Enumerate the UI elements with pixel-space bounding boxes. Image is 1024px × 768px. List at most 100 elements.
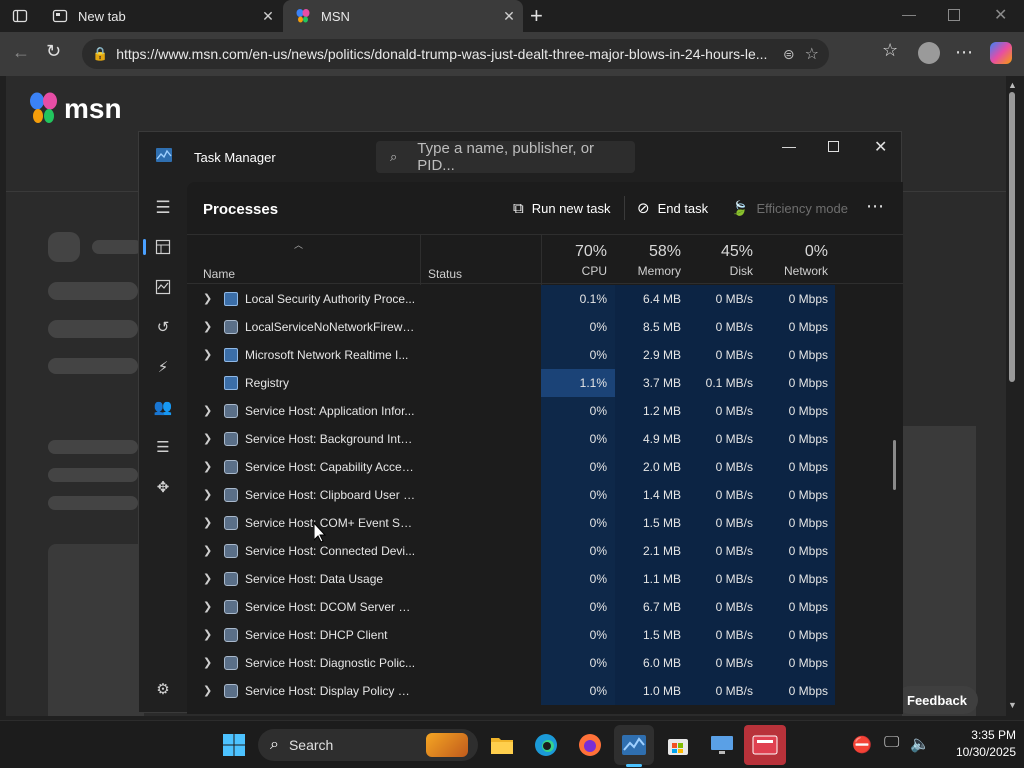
expand-chevron-icon[interactable]: ❯ <box>203 397 215 425</box>
expand-chevron-icon[interactable]: ❯ <box>203 621 215 649</box>
process-row[interactable]: Registry 1.1% 3.7 MB 0.1 MB/s 0 Mbps <box>187 369 873 397</box>
reader-icon[interactable]: ⊜ <box>783 46 795 63</box>
process-name: Service Host: COM+ Event Sys... <box>245 516 417 530</box>
efficiency-leaf-icon: 🍃 <box>731 199 749 216</box>
tab-msn[interactable]: MSN ✕ <box>283 0 523 32</box>
tab-actions-icon[interactable] <box>12 8 28 24</box>
nav-settings-icon[interactable]: ⚙ <box>153 679 173 699</box>
add-favorite-icon[interactable]: ☆ <box>805 44 819 64</box>
network-off-icon[interactable]: ⛔ <box>852 735 872 755</box>
expand-chevron-icon[interactable]: ❯ <box>203 285 215 313</box>
display-icon[interactable]: 🖵 <box>884 734 899 752</box>
column-status[interactable]: Status <box>428 267 462 281</box>
process-row[interactable]: ❯ Service Host: DCOM Server Pr... 0% 6.7 MB… <box>187 593 873 621</box>
column-disk[interactable]: 45% Disk <box>689 235 761 285</box>
copilot-icon[interactable] <box>990 42 1012 64</box>
expand-chevron-icon[interactable]: ❯ <box>203 313 215 341</box>
task-manager-taskbar-icon[interactable] <box>620 731 648 759</box>
search-icon: ⌕ <box>390 149 398 164</box>
process-network: 0 Mbps <box>761 621 835 649</box>
column-cpu[interactable]: 70% CPU <box>541 235 615 285</box>
file-explorer-icon[interactable] <box>488 731 516 759</box>
nav-app-history-icon[interactable]: ↺ <box>153 317 173 337</box>
list-scrollbar-thumb[interactable] <box>893 440 896 490</box>
end-task-button[interactable]: ⊘ End task <box>637 196 708 220</box>
nav-users-icon[interactable]: 👥 <box>153 397 173 417</box>
process-row[interactable]: ❯ Service Host: Application Infor... 0% 1.2… <box>187 397 873 425</box>
profile-avatar[interactable] <box>918 42 940 64</box>
volume-icon[interactable]: 🔈 <box>910 734 930 754</box>
search-input[interactable]: ⌕ Type a name, publisher, or PID... <box>376 140 635 174</box>
red-app-icon[interactable] <box>751 731 779 759</box>
expand-chevron-icon[interactable]: ❯ <box>203 509 215 537</box>
scrollbar-thumb[interactable] <box>1009 92 1015 382</box>
edge-browser-icon[interactable] <box>532 731 560 759</box>
column-name[interactable]: Name <box>203 267 235 281</box>
microsoft-store-icon[interactable] <box>664 731 692 759</box>
close-tab-icon[interactable]: ✕ <box>495 8 523 25</box>
msn-butterfly-icon <box>295 8 311 24</box>
msn-logo[interactable]: msn <box>28 92 122 126</box>
close-icon[interactable]: ✕ <box>874 137 887 157</box>
maximize-icon[interactable] <box>828 141 839 152</box>
hamburger-menu-icon[interactable]: ☰ <box>153 198 173 218</box>
address-field[interactable]: 🔒 https://www.msn.com/en-us/news/politic… <box>82 39 829 69</box>
scroll-down-icon[interactable]: ▼ <box>1008 700 1017 710</box>
expand-chevron-icon[interactable]: ❯ <box>203 677 215 705</box>
run-new-task-button[interactable]: ⧉ Run new task <box>513 196 610 220</box>
process-name: Service Host: Diagnostic Polic... <box>245 656 416 670</box>
close-window-icon[interactable]: ✕ <box>994 5 1007 25</box>
process-row[interactable]: ❯ Microsoft Network Realtime I... 0% 2.9 MB… <box>187 341 873 369</box>
expand-chevron-icon[interactable]: ❯ <box>203 565 215 593</box>
process-row[interactable]: ❯ Service Host: Capability Acces... 0% 2.0 … <box>187 453 873 481</box>
expand-chevron-icon[interactable]: ❯ <box>203 537 215 565</box>
new-tab-button[interactable]: + <box>530 3 543 29</box>
task-manager-titlebar[interactable]: Task Manager ⌕ Type a name, publisher, o… <box>139 132 903 182</box>
minimize-icon[interactable]: — <box>782 138 796 154</box>
restore-window-icon[interactable] <box>948 9 960 21</box>
more-options-icon[interactable]: ⋯ <box>866 196 884 217</box>
nav-services-icon[interactable]: ✥ <box>153 477 173 497</box>
process-row[interactable]: ❯ Service Host: COM+ Event Sys... 0% 1.5 MB… <box>187 509 873 537</box>
nav-details-icon[interactable]: ☰ <box>153 437 173 457</box>
process-row[interactable]: ❯ Service Host: Background Inte... 0% 4.9 M… <box>187 425 873 453</box>
efficiency-mode-button[interactable]: 🍃 Efficiency mode <box>731 196 848 220</box>
minimize-window-icon[interactable]: — <box>902 6 916 22</box>
refresh-icon[interactable]: ↻ <box>46 41 61 62</box>
taskbar-search-box[interactable]: ⌕ Search <box>258 729 478 761</box>
expand-chevron-icon[interactable]: ❯ <box>203 453 215 481</box>
process-row[interactable]: ❯ Local Security Authority Proce... 0.1% 6.… <box>187 285 873 313</box>
scroll-up-icon[interactable]: ▲ <box>1008 80 1017 90</box>
process-row[interactable]: ❯ Service Host: Data Usage 0% 1.1 MB 0 MB/s 0… <box>187 565 873 593</box>
process-row[interactable]: ❯ Service Host: Connected Devi... 0% 2.1 MB… <box>187 537 873 565</box>
site-info-icon[interactable]: 🔒 <box>92 46 108 62</box>
column-memory[interactable]: 58% Memory <box>615 235 689 285</box>
nav-processes-icon[interactable] <box>153 237 173 257</box>
clock[interactable]: 3:35 PM 10/30/2025 <box>936 727 1016 761</box>
process-row[interactable]: ❯ Service Host: Display Policy Se... 0% 1.0… <box>187 677 873 705</box>
nav-performance-icon[interactable] <box>153 277 173 297</box>
favorites-icon[interactable]: ☆ <box>882 40 898 61</box>
close-tab-icon[interactable]: ✕ <box>254 8 282 25</box>
expand-chevron-icon[interactable]: ❯ <box>203 649 215 677</box>
expand-chevron-icon[interactable]: ❯ <box>203 341 215 369</box>
expand-chevron-icon[interactable]: ❯ <box>203 425 215 453</box>
process-cpu: 0% <box>541 481 615 509</box>
remote-desktop-icon[interactable] <box>708 731 736 759</box>
process-row[interactable]: ❯ Service Host: DHCP Client 0% 1.5 MB 0 MB/s… <box>187 621 873 649</box>
nav-startup-apps-icon[interactable]: ⚡ <box>153 357 173 377</box>
more-menu-icon[interactable]: ⋯ <box>955 42 973 63</box>
start-windows-icon[interactable] <box>220 731 248 759</box>
feedback-button[interactable]: Feedback <box>896 686 978 714</box>
tab-new-tab[interactable]: New tab ✕ <box>40 0 282 32</box>
expand-chevron-icon[interactable]: ❯ <box>203 593 215 621</box>
process-row[interactable]: ❯ Service Host: Diagnostic Polic... 0% 6.0 … <box>187 649 873 677</box>
firefox-icon[interactable] <box>576 731 604 759</box>
page-scrollbar[interactable]: ▲ ▼ <box>1008 80 1017 711</box>
process-row[interactable]: ❯ LocalServiceNoNetworkFirewa... 0% 8.5 MB 0… <box>187 313 873 341</box>
process-row[interactable]: ❯ Service Host: Clipboard User S... 0% 1.4 … <box>187 481 873 509</box>
column-network[interactable]: 0% Network <box>761 235 835 285</box>
sort-chevron-icon[interactable]: ︿ <box>294 238 303 251</box>
back-icon[interactable]: ← <box>12 42 30 63</box>
expand-chevron-icon[interactable]: ❯ <box>203 481 215 509</box>
